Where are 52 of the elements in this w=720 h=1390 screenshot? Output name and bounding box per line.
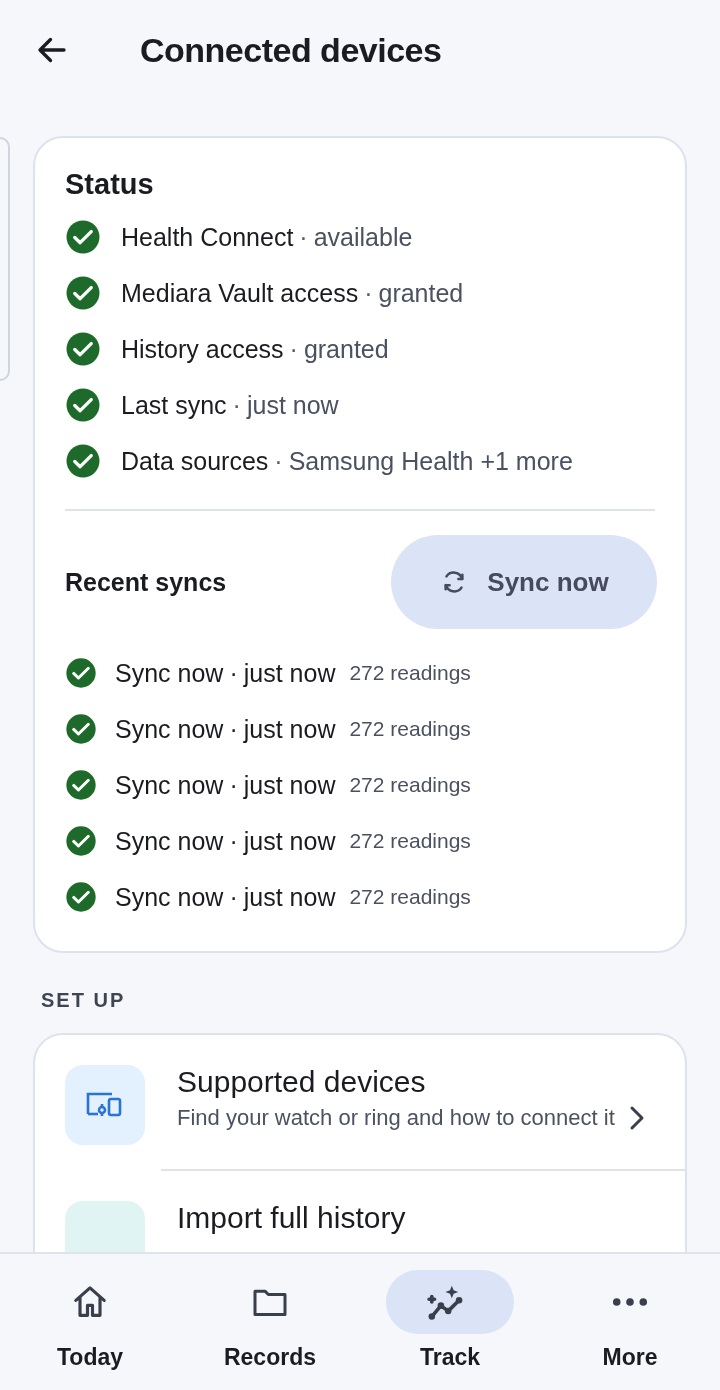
nav-tab[interactable]: Track bbox=[360, 1254, 540, 1390]
devices-icon bbox=[65, 1065, 145, 1145]
sync-label: Sync now bbox=[115, 658, 224, 688]
section-heading: SET UP bbox=[41, 989, 127, 1013]
status-value: available bbox=[313, 222, 413, 252]
separator: · bbox=[232, 390, 241, 420]
section-title: Status bbox=[65, 168, 155, 201]
reading-count: 272 readings bbox=[349, 829, 471, 853]
status-label: Health Connect bbox=[121, 222, 294, 252]
item-title: Supported devices bbox=[177, 1065, 427, 1099]
status-value: just now bbox=[246, 390, 339, 420]
status-value: granted bbox=[378, 278, 464, 308]
sync-label: Sync now bbox=[115, 826, 224, 856]
sync-time: just now bbox=[243, 770, 336, 800]
separator: · bbox=[229, 882, 238, 912]
sync-label: Sync now bbox=[115, 770, 224, 800]
status-label: Last sync bbox=[121, 390, 227, 420]
status-label: Mediara Vault access bbox=[121, 278, 359, 308]
nav-tab[interactable]: Today bbox=[0, 1254, 180, 1390]
separator: · bbox=[229, 658, 238, 688]
separator: · bbox=[229, 770, 238, 800]
sync-time: just now bbox=[243, 714, 336, 744]
item-title: Import full history bbox=[177, 1201, 407, 1235]
setup-item[interactable]: Import full history bbox=[35, 1201, 685, 1252]
status-value: Samsung Health +1 more bbox=[288, 446, 573, 476]
separator: · bbox=[289, 334, 298, 364]
sync-time: just now bbox=[243, 882, 336, 912]
separator: · bbox=[274, 446, 283, 476]
sync-time: just now bbox=[243, 826, 336, 856]
reading-count: 272 readings bbox=[349, 717, 471, 741]
reading-count: 272 readings bbox=[349, 885, 471, 909]
status-label: Data sources bbox=[121, 446, 269, 476]
sync-label: Sync now bbox=[115, 714, 224, 744]
nav-tab[interactable]: Records bbox=[180, 1254, 360, 1390]
reading-count: 272 readings bbox=[349, 661, 471, 685]
separator: · bbox=[229, 826, 238, 856]
sync-label: Sync now bbox=[115, 882, 224, 912]
section-title: Recent syncs bbox=[65, 567, 227, 597]
more-icon bbox=[612, 1297, 648, 1307]
setup-item[interactable]: Supported devices Find your watch or ring and how to connect it bbox=[35, 1065, 685, 1145]
reading-count: 272 readings bbox=[349, 773, 471, 797]
status-value: granted bbox=[303, 334, 389, 364]
sync-time: just now bbox=[243, 658, 336, 688]
nav-tab[interactable]: More bbox=[540, 1254, 720, 1390]
page-title: Connected devices bbox=[140, 30, 442, 70]
sync-now-button[interactable]: Sync now bbox=[391, 535, 657, 629]
chevron-right-icon bbox=[629, 1105, 645, 1131]
separator: · bbox=[299, 222, 308, 252]
item-description: Find your watch or ring and how to connect it bbox=[177, 1104, 616, 1132]
separator: · bbox=[364, 278, 373, 308]
separator: · bbox=[229, 714, 238, 744]
status-label: History access bbox=[121, 334, 284, 364]
